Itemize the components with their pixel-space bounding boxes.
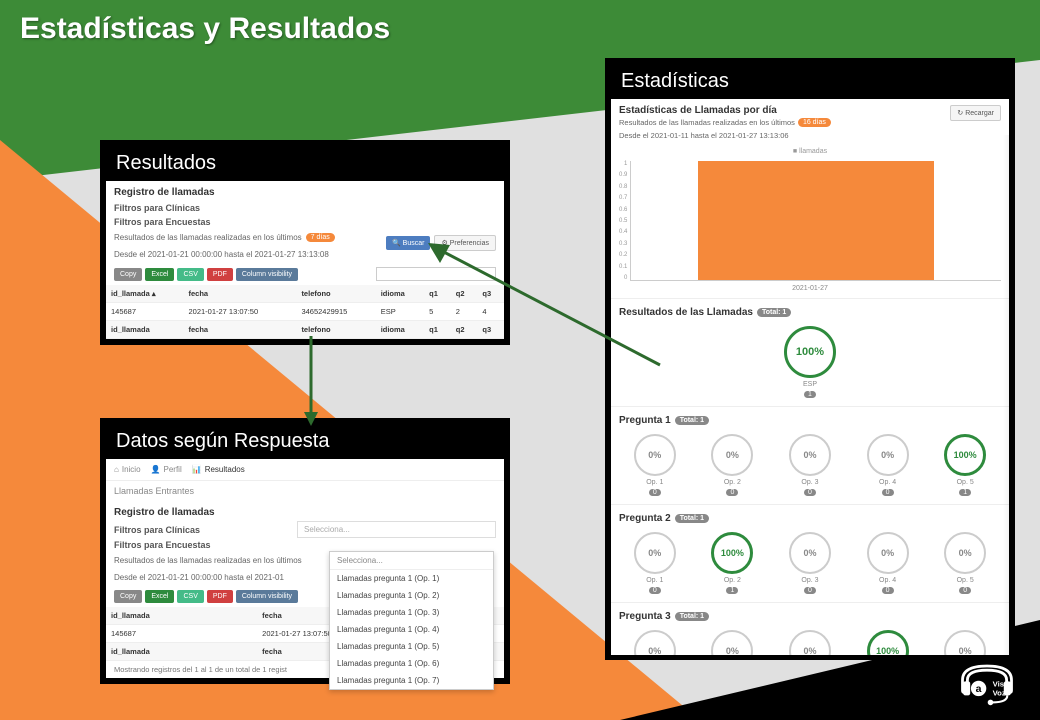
note-text: Resultados de las llamadas realizadas en… bbox=[114, 233, 302, 242]
panel-datos-title: Datos según Respuesta bbox=[106, 424, 504, 459]
pct-circle: 0% bbox=[711, 434, 753, 476]
dropdown-item[interactable]: Llamadas pregunta 1 (Op. 3) bbox=[330, 604, 493, 621]
legend: ■ llamadas bbox=[611, 144, 1009, 155]
pct-circle: 100% bbox=[944, 434, 986, 476]
panel-stats: Estadísticas Estadísticas de Llamadas po… bbox=[605, 58, 1015, 660]
pct-circle: 0% bbox=[944, 532, 986, 574]
col-fecha[interactable]: fecha bbox=[183, 285, 296, 303]
table-footer-row: id_llamada fecha telefono idioma q1 q2 q… bbox=[106, 321, 504, 339]
select-clinica[interactable]: Selecciona... bbox=[297, 521, 496, 538]
panel-resultados-title: Resultados bbox=[106, 146, 504, 181]
reload-button[interactable]: ↻ Recargar bbox=[950, 105, 1001, 121]
pct-circle: 0% bbox=[867, 532, 909, 574]
registro-header: Registro de llamadas bbox=[106, 181, 504, 201]
scrollbar[interactable] bbox=[1003, 135, 1009, 655]
chart-title: Estadísticas de Llamadas por día bbox=[611, 99, 1009, 118]
dropdown-item[interactable]: Llamadas pregunta 1 (Op. 7) bbox=[330, 672, 493, 689]
dropdown-item[interactable]: Llamadas pregunta 1 (Op. 2) bbox=[330, 587, 493, 604]
colvis-button-2[interactable]: Column visibility bbox=[236, 590, 298, 603]
page-title: Estadísticas y Resultados bbox=[20, 12, 390, 46]
csv-button-2[interactable]: CSV bbox=[177, 590, 203, 603]
col-id[interactable]: id_llamada ▴ bbox=[106, 285, 183, 303]
filter-encuestas-2[interactable]: Filtros para Encuestas bbox=[106, 538, 504, 552]
filter-encuestas[interactable]: Filtros para Encuestas bbox=[106, 215, 504, 229]
col-q2[interactable]: q2 bbox=[451, 285, 478, 303]
logo-avisovoz: a Viso Voz bbox=[952, 659, 1022, 708]
search-input[interactable] bbox=[376, 267, 496, 281]
x-axis-label: 2021-01-27 bbox=[611, 285, 1009, 298]
pct-circle: 100% bbox=[867, 630, 909, 655]
result-circle: 100% bbox=[784, 326, 836, 378]
registro-header-2: Registro de llamadas bbox=[106, 501, 504, 521]
dropdown-item[interactable]: Llamadas pregunta 1 (Op. 5) bbox=[330, 638, 493, 655]
pct-circle: 0% bbox=[789, 434, 831, 476]
tab-perfil[interactable]: 👤 Perfil bbox=[151, 465, 182, 474]
panel-resultados: Resultados Registro de llamadas Filtros … bbox=[100, 140, 510, 345]
pct-circle: 0% bbox=[789, 630, 831, 655]
csv-button[interactable]: CSV bbox=[177, 268, 203, 281]
bar-chart: 10.90.80.70.60.50.40.30.20.10 bbox=[619, 161, 1001, 281]
colvis-button[interactable]: Column visibility bbox=[236, 268, 298, 281]
llamadas-entrantes[interactable]: Llamadas Entrantes bbox=[106, 481, 504, 501]
total-badge: Total: 1 bbox=[757, 308, 791, 317]
panel-stats-title: Estadísticas bbox=[611, 64, 1009, 99]
dropdown-encuestas[interactable]: Selecciona... Llamadas pregunta 1 (Op. 1… bbox=[329, 551, 494, 690]
svg-text:a: a bbox=[976, 683, 982, 695]
pct-circle: 0% bbox=[867, 434, 909, 476]
col-idioma[interactable]: idioma bbox=[376, 285, 424, 303]
panel-datos: Datos según Respuesta ⌂ Inicio 👤 Perfil … bbox=[100, 418, 510, 684]
filter-clinicas-2[interactable]: Filtros para Clínicas bbox=[106, 523, 297, 537]
pdf-button-2[interactable]: PDF bbox=[207, 590, 233, 603]
filter-clinicas[interactable]: Filtros para Clínicas bbox=[106, 201, 504, 215]
tab-inicio[interactable]: ⌂ Inicio bbox=[114, 465, 141, 474]
tab-resultados[interactable]: 📊 Resultados bbox=[192, 465, 245, 474]
results-table: id_llamada ▴ fecha telefono idioma q1 q2… bbox=[106, 285, 504, 339]
days-pill-2: 16 días bbox=[798, 118, 831, 127]
dropdown-item[interactable]: Llamadas pregunta 1 (Op. 4) bbox=[330, 621, 493, 638]
copy-button-2[interactable]: Copy bbox=[114, 590, 142, 603]
note-text-2: Resultados de las llamadas realizadas en… bbox=[114, 556, 302, 565]
col-id-2[interactable]: id_llamada bbox=[106, 607, 257, 625]
svg-text:Viso: Viso bbox=[993, 679, 1009, 688]
pct-circle: 0% bbox=[944, 630, 986, 655]
buscar-button[interactable]: 🔍 Buscar bbox=[386, 236, 430, 250]
pdf-button[interactable]: PDF bbox=[207, 268, 233, 281]
table-row[interactable]: 145687 2021-01-27 13:07:50 34652429915 E… bbox=[106, 303, 504, 321]
dropdown-item[interactable]: Llamadas pregunta 1 (Op. 6) bbox=[330, 655, 493, 672]
days-pill: 7 días bbox=[306, 233, 335, 242]
col-telefono[interactable]: telefono bbox=[296, 285, 375, 303]
date-range: Desde el 2021-01-21 00:00:00 hasta el 20… bbox=[106, 246, 378, 263]
pct-circle: 0% bbox=[634, 434, 676, 476]
copy-button[interactable]: Copy bbox=[114, 268, 142, 281]
prefs-button[interactable]: ⚙ Preferencias bbox=[434, 235, 496, 251]
pct-circle: 0% bbox=[634, 630, 676, 655]
table-header-row: id_llamada ▴ fecha telefono idioma q1 q2… bbox=[106, 285, 504, 303]
pct-circle: 0% bbox=[711, 630, 753, 655]
svg-text:Voz: Voz bbox=[993, 688, 1006, 697]
excel-button[interactable]: Excel bbox=[145, 268, 174, 281]
pct-circle: 100% bbox=[711, 532, 753, 574]
dropdown-head: Selecciona... bbox=[330, 552, 493, 570]
pct-circle: 0% bbox=[789, 532, 831, 574]
excel-button-2[interactable]: Excel bbox=[145, 590, 174, 603]
chart-bar bbox=[698, 161, 935, 280]
chart-date-range: Desde el 2021-01-11 hasta el 2021-01-27 … bbox=[611, 131, 1009, 144]
dropdown-item[interactable]: Llamadas pregunta 1 (Op. 1) bbox=[330, 570, 493, 587]
col-q3[interactable]: q3 bbox=[477, 285, 504, 303]
pct-circle: 0% bbox=[634, 532, 676, 574]
col-q1[interactable]: q1 bbox=[424, 285, 451, 303]
